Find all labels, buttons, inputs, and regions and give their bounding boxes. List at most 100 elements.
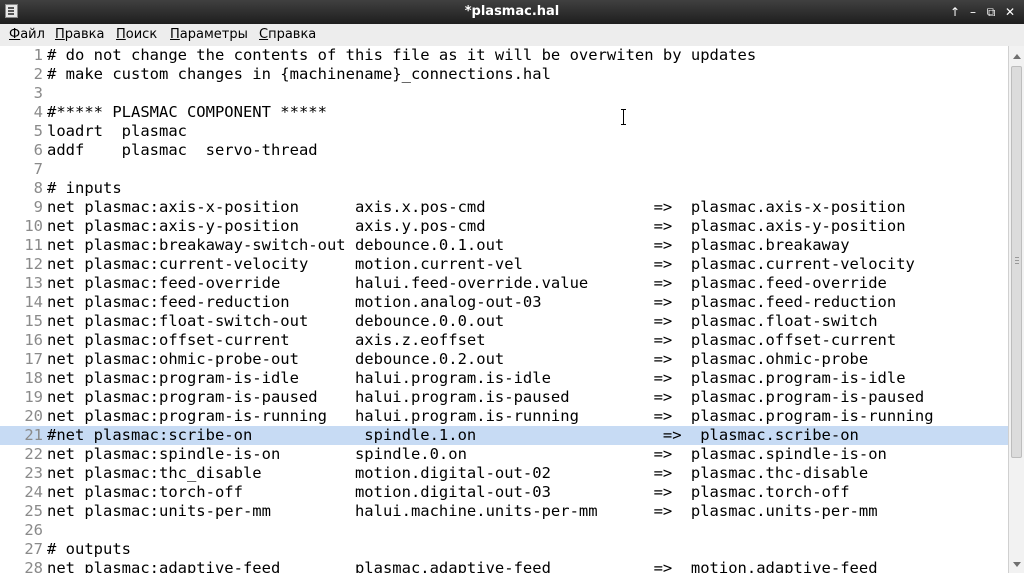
line-number: 4 [33, 103, 43, 121]
line-number: 24 [24, 483, 43, 501]
code-line[interactable]: 17 net plasmac:ohmic-probe-out debounce.0… [0, 350, 1008, 369]
text-editor[interactable]: 1 # do not change the contents of this fi… [0, 46, 1008, 573]
line-text[interactable]: #***** PLASMAC COMPONENT ***** [47, 103, 327, 122]
line-text[interactable]: net plasmac:program-is-idle halui.progra… [47, 369, 906, 388]
code-line[interactable]: 9 net plasmac:axis-x-position axis.x.pos-… [0, 198, 1008, 217]
code-line[interactable]: 19 net plasmac:program-is-paused halui.pr… [0, 388, 1008, 407]
close-button[interactable]: ✕ [1001, 2, 1019, 22]
line-number: 5 [33, 122, 43, 140]
code-line[interactable]: 14 net plasmac:feed-reduction motion.anal… [0, 293, 1008, 312]
line-number: 8 [33, 179, 43, 197]
code-line[interactable]: 26 [0, 521, 1008, 540]
line-text[interactable]: net plasmac:feed-reduction motion.analog… [47, 293, 896, 312]
line-text[interactable]: # outputs [47, 540, 131, 559]
code-line[interactable]: 3 [0, 84, 1008, 103]
code-line[interactable]: 10 net plasmac:axis-y-position axis.y.pos… [0, 217, 1008, 236]
line-text[interactable]: loadrt plasmac [47, 122, 187, 141]
line-text[interactable]: net plasmac:breakaway-switch-out debounc… [47, 236, 850, 255]
line-text[interactable]: # inputs [47, 179, 122, 198]
code-line[interactable]: 1 # do not change the contents of this fi… [0, 46, 1008, 65]
menu-bar: Файл Правка Поиск Параметры Справка [0, 24, 1024, 47]
line-text[interactable]: #net plasmac:scribe-on spindle.1.on => p… [47, 426, 859, 445]
line-text[interactable]: net plasmac:ohmic-probe-out debounce.0.2… [47, 350, 868, 369]
line-text[interactable]: net plasmac:torch-off motion.digital-out… [47, 483, 850, 502]
line-number: 22 [24, 445, 43, 463]
minimize-button[interactable]: – [964, 2, 982, 22]
line-text[interactable]: net plasmac:axis-x-position axis.x.pos-c… [47, 198, 906, 217]
code-line[interactable]: 28 net plasmac:adaptive-feed plasmac.adap… [0, 559, 1008, 573]
line-text[interactable]: net plasmac:feed-override halui.feed-ove… [47, 274, 887, 293]
line-number: 2 [33, 65, 43, 83]
menu-help[interactable]: Справка [259, 26, 316, 44]
line-number: 18 [24, 369, 43, 387]
code-line[interactable]: 22 net plasmac:spindle-is-on spindle.0.on… [0, 445, 1008, 464]
code-line[interactable]: 6 addf plasmac servo-thread [0, 141, 1008, 160]
mouse-ibeam-icon [621, 109, 627, 125]
code-line[interactable]: 12 net plasmac:current-velocity motion.cu… [0, 255, 1008, 274]
code-line[interactable]: 4 #***** PLASMAC COMPONENT ***** [0, 103, 1008, 122]
menu-file[interactable]: Файл [9, 26, 45, 44]
line-number: 27 [24, 540, 43, 558]
line-text[interactable]: net plasmac:adaptive-feed plasmac.adapti… [47, 559, 878, 573]
menu-edit[interactable]: Правка [55, 26, 104, 44]
code-line[interactable]: 5 loadrt plasmac [0, 122, 1008, 141]
line-number: 14 [24, 293, 43, 311]
code-line[interactable]: 20 net plasmac:program-is-running halui.p… [0, 407, 1008, 426]
scrollbar-thumb[interactable] [1011, 66, 1022, 458]
code-line[interactable]: 27 # outputs [0, 540, 1008, 559]
line-text[interactable]: net plasmac:spindle-is-on spindle.0.on =… [47, 445, 887, 464]
line-number: 13 [24, 274, 43, 292]
line-text[interactable]: net plasmac:current-velocity motion.curr… [47, 255, 915, 274]
menu-options[interactable]: Параметры [170, 26, 248, 44]
line-number: 16 [24, 331, 43, 349]
line-number: 7 [33, 160, 43, 178]
line-text[interactable]: net plasmac:program-is-running halui.pro… [47, 407, 934, 426]
line-number: 23 [24, 464, 43, 482]
line-number: 1 [33, 46, 43, 64]
line-number: 6 [33, 141, 43, 159]
code-line[interactable]: 2 # make custom changes in {machinename}_… [0, 65, 1008, 84]
scroll-up-icon[interactable] [1013, 54, 1021, 59]
maximize-button[interactable]: ⧉ [982, 2, 1000, 22]
line-text[interactable]: # make custom changes in {machinename}_c… [47, 65, 551, 84]
line-number: 15 [24, 312, 43, 330]
line-number: 25 [24, 502, 43, 520]
code-line[interactable]: 7 [0, 160, 1008, 179]
scroll-down-icon[interactable] [1013, 562, 1021, 567]
line-number: 17 [24, 350, 43, 368]
line-number: 20 [24, 407, 43, 425]
line-text[interactable]: net plasmac:units-per-mm halui.machine.u… [47, 502, 878, 521]
line-number: 3 [33, 84, 43, 102]
menu-search[interactable]: Поиск [116, 26, 157, 44]
line-text[interactable]: addf plasmac servo-thread [47, 141, 318, 160]
line-number: 26 [24, 521, 43, 539]
line-text[interactable]: net plasmac:axis-y-position axis.y.pos-c… [47, 217, 906, 236]
line-text[interactable]: net plasmac:thc_disable motion.digital-o… [47, 464, 868, 483]
current-line[interactable]: 21 #net plasmac:scribe-on spindle.1.on =>… [0, 426, 1008, 445]
window-titlebar[interactable]: *plasmac.hal ↑ – ⧉ ✕ [0, 0, 1024, 24]
code-line[interactable]: 18 net plasmac:program-is-idle halui.prog… [0, 369, 1008, 388]
code-line[interactable]: 13 net plasmac:feed-override halui.feed-o… [0, 274, 1008, 293]
line-number: 9 [33, 198, 43, 216]
line-number: 11 [24, 236, 43, 254]
code-line[interactable]: 16 net plasmac:offset-current axis.z.eoff… [0, 331, 1008, 350]
vertical-scrollbar[interactable] [1008, 46, 1024, 573]
line-text[interactable]: net plasmac:float-switch-out debounce.0.… [47, 312, 878, 331]
code-line[interactable]: 15 net plasmac:float-switch-out debounce.… [0, 312, 1008, 331]
line-text[interactable]: # do not change the contents of this fil… [47, 46, 756, 65]
window-title: *plasmac.hal [464, 4, 560, 19]
code-line[interactable]: 23 net plasmac:thc_disable motion.digital… [0, 464, 1008, 483]
code-line[interactable]: 24 net plasmac:torch-off motion.digital-o… [0, 483, 1008, 502]
code-line[interactable]: 8 # inputs [0, 179, 1008, 198]
line-number: 28 [24, 559, 43, 573]
line-number: 21 [24, 426, 43, 444]
line-number: 10 [24, 217, 43, 235]
line-number: 12 [24, 255, 43, 273]
line-text[interactable]: net plasmac:program-is-paused halui.prog… [47, 388, 924, 407]
grip-icon [1015, 257, 1019, 258]
line-text[interactable]: net plasmac:offset-current axis.z.eoffse… [47, 331, 896, 350]
code-line[interactable]: 25 net plasmac:units-per-mm halui.machine… [0, 502, 1008, 521]
code-line[interactable]: 11 net plasmac:breakaway-switch-out debou… [0, 236, 1008, 255]
line-number: 19 [24, 388, 43, 406]
pin-button[interactable]: ↑ [946, 2, 964, 22]
